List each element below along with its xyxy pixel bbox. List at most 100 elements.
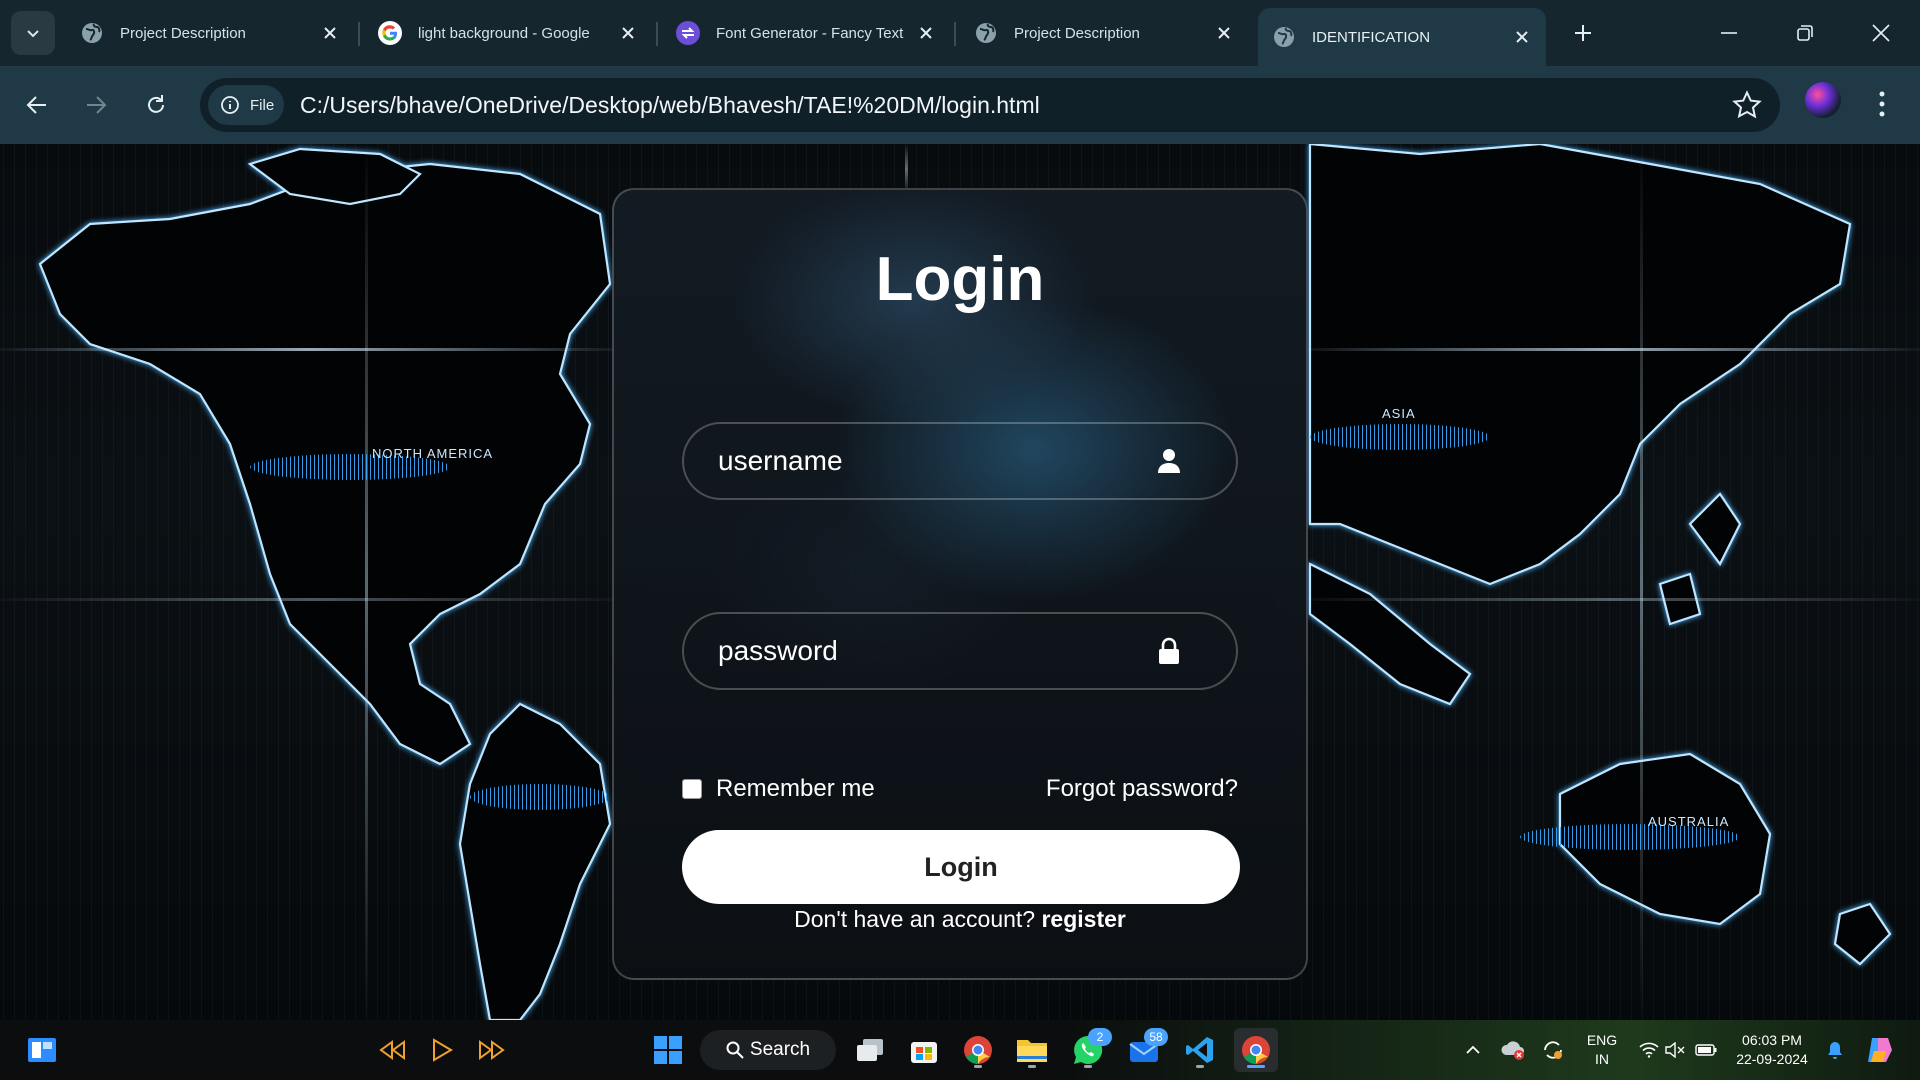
tab-divider	[656, 22, 658, 46]
store-button[interactable]	[904, 1028, 944, 1072]
store-icon	[911, 1042, 937, 1063]
folder-icon	[1017, 1040, 1047, 1062]
register-link[interactable]: register	[1041, 906, 1125, 932]
minimize-button[interactable]	[1712, 16, 1746, 50]
volume-status[interactable]	[1664, 1028, 1686, 1072]
close-icon[interactable]	[914, 21, 938, 45]
more-options-icon[interactable]	[1870, 84, 1894, 124]
remember-me[interactable]: Remember me	[682, 775, 875, 803]
tab-title: Font Generator - Fancy Text	[716, 24, 904, 42]
whatsapp-badge: 2	[1088, 1028, 1112, 1046]
reload-button[interactable]	[136, 85, 176, 125]
file-explorer-button[interactable]	[1012, 1028, 1052, 1072]
login-button[interactable]: Login	[682, 830, 1240, 904]
tab-title: Project Description	[1014, 24, 1140, 42]
copilot-icon	[1868, 1038, 1892, 1062]
tab-project-description-1[interactable]: Project Description	[66, 8, 354, 58]
sync-icon	[1544, 1041, 1562, 1059]
sync-status[interactable]	[1540, 1028, 1566, 1072]
wifi-status[interactable]	[1638, 1028, 1660, 1072]
volume-muted-icon	[1665, 1042, 1685, 1058]
tab-title: Project Description	[120, 24, 246, 42]
password-field[interactable]	[682, 612, 1238, 690]
remember-me-label: Remember me	[716, 775, 875, 802]
wifi-icon	[1639, 1042, 1659, 1058]
running-indicator	[1084, 1065, 1092, 1068]
username-field[interactable]	[682, 422, 1238, 500]
light-streak	[1300, 598, 1920, 601]
tab-project-description-2[interactable]: Project Description	[960, 8, 1248, 58]
show-hidden-icons-button[interactable]	[1462, 1028, 1484, 1072]
chevron-up-icon	[1466, 1045, 1480, 1054]
tab-font-generator[interactable]: Font Generator - Fancy Text	[662, 8, 950, 58]
username-input[interactable]	[684, 444, 1154, 478]
restore-icon	[1797, 25, 1813, 41]
chrome-profile-icon	[1242, 1036, 1270, 1064]
rewind-icon	[379, 1040, 405, 1060]
whatsapp-button[interactable]: 2	[1068, 1028, 1112, 1072]
tab-identification[interactable]: IDENTIFICATION	[1258, 8, 1546, 66]
site-chip-label: File	[250, 96, 275, 114]
bookmark-star-icon[interactable]	[1732, 90, 1762, 120]
light-streak	[905, 144, 908, 194]
notifications-button[interactable]	[1824, 1028, 1846, 1072]
media-rewind-button[interactable]	[374, 1028, 410, 1072]
forward-button[interactable]	[76, 85, 116, 125]
back-button[interactable]	[17, 85, 57, 125]
url-text[interactable]: C:/Users/bhave/OneDrive/Desktop/web/Bhav…	[300, 92, 1040, 119]
windows-icon	[654, 1036, 682, 1064]
running-indicator	[1196, 1065, 1204, 1068]
light-streak	[1300, 348, 1920, 351]
media-forward-button[interactable]	[474, 1028, 510, 1072]
language-label: ENG	[1586, 1032, 1618, 1048]
chrome-active-button[interactable]	[1234, 1028, 1278, 1072]
chrome-icon	[964, 1036, 992, 1064]
clock-time: 06:03 PM	[1742, 1032, 1802, 1048]
mail-badge: 58	[1144, 1028, 1168, 1046]
chrome-button[interactable]	[958, 1028, 998, 1072]
globe-icon	[80, 21, 104, 45]
region-label: IN	[1595, 1051, 1609, 1067]
remember-me-checkbox[interactable]	[682, 779, 702, 799]
user-icon	[1158, 449, 1180, 473]
password-input[interactable]	[684, 634, 1154, 668]
taskbar-search[interactable]: Search	[700, 1030, 836, 1070]
vscode-icon	[1186, 1037, 1213, 1063]
close-window-button[interactable]	[1864, 16, 1898, 50]
restore-button[interactable]	[1788, 16, 1822, 50]
tab-light-background-google[interactable]: light background - Google	[364, 8, 652, 58]
task-view-button[interactable]	[850, 1028, 890, 1072]
tab-divider	[358, 22, 360, 46]
profile-avatar[interactable]	[1805, 82, 1841, 118]
close-icon[interactable]	[616, 21, 640, 45]
start-button[interactable]	[648, 1028, 688, 1072]
light-streak	[1640, 144, 1643, 1020]
light-streak	[0, 598, 620, 601]
mail-button[interactable]: 58	[1124, 1028, 1168, 1072]
close-icon[interactable]	[318, 21, 342, 45]
search-label: Search	[749, 1039, 811, 1060]
clock-date: 22-09-2024	[1736, 1051, 1808, 1067]
tab-search-button[interactable]	[11, 11, 55, 55]
site-info-chip[interactable]: File	[208, 85, 284, 125]
clock[interactable]: 06:03 PM 22-09-2024	[1732, 1031, 1812, 1069]
new-tab-button[interactable]	[1567, 17, 1599, 49]
media-play-button[interactable]	[424, 1028, 460, 1072]
onedrive-status[interactable]	[1500, 1028, 1526, 1072]
forgot-password-link[interactable]: Forgot password?	[1046, 775, 1238, 803]
address-bar[interactable]: File C:/Users/bhave/OneDrive/Desktop/web…	[200, 78, 1780, 132]
language-indicator[interactable]: ENG IN	[1582, 1031, 1622, 1069]
light-burst	[470, 784, 610, 810]
copilot-button[interactable]	[1862, 1028, 1896, 1072]
widgets-button[interactable]	[22, 1028, 62, 1072]
light-burst	[1310, 424, 1490, 450]
vscode-button[interactable]	[1180, 1028, 1220, 1072]
lock-icon	[1159, 637, 1179, 664]
battery-status[interactable]	[1694, 1028, 1718, 1072]
login-page: NORTH AMERICA ASIA AUSTRALIA Login Remem…	[0, 144, 1920, 1020]
close-icon[interactable]	[1212, 21, 1236, 45]
tab-divider	[954, 22, 956, 46]
close-icon[interactable]	[1510, 25, 1534, 49]
browser-toolbar: File C:/Users/bhave/OneDrive/Desktop/web…	[0, 66, 1920, 144]
cloud-error-icon	[1501, 1041, 1524, 1060]
